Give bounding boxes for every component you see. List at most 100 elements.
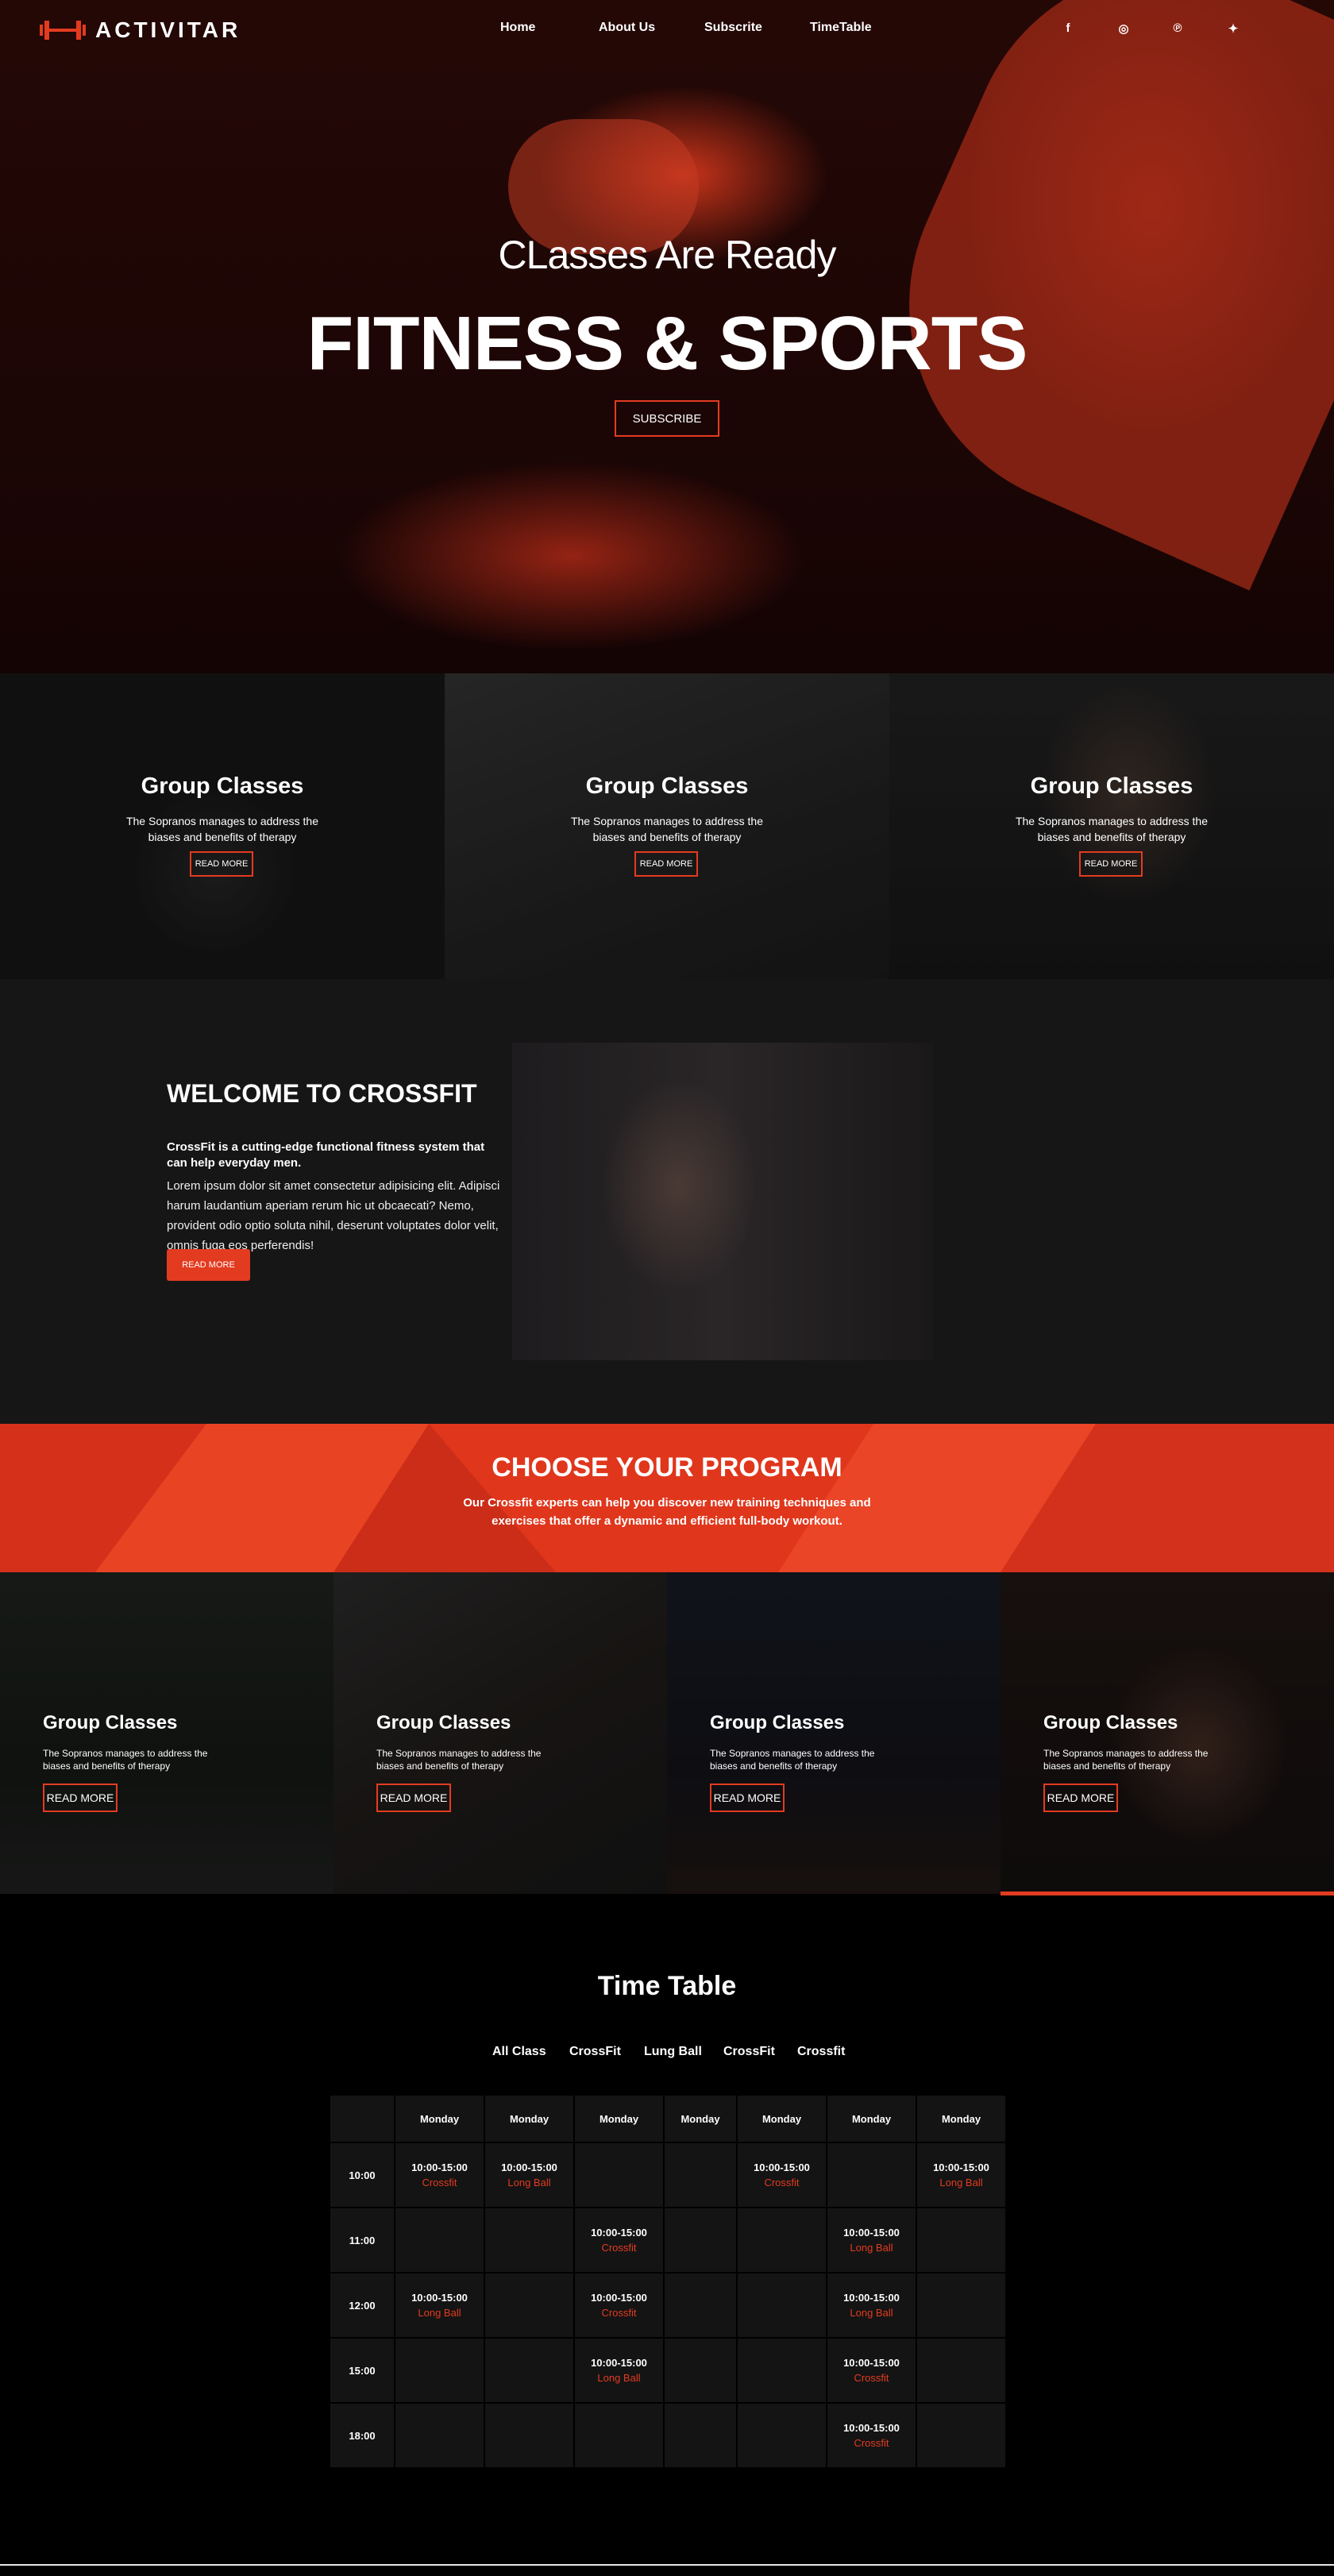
group-card-desc: The Sopranos manages to address the bias… bbox=[1015, 815, 1209, 843]
group-card: Group Classes The Sopranos manages to ad… bbox=[0, 673, 445, 979]
slot-time: 10:00-15:00 bbox=[591, 2292, 647, 2304]
timetable-header-row: Monday Monday Monday Monday Monday Monday Mond… bbox=[329, 2094, 1007, 2143]
slot-class-name: Long Ball bbox=[850, 2242, 893, 2254]
empty-slot bbox=[484, 2337, 575, 2404]
read-more-button[interactable]: READ MORE bbox=[1079, 851, 1143, 877]
program-card-title: Group Classes bbox=[43, 1712, 178, 1733]
class-slot[interactable]: 10:00-15:00 Long Ball bbox=[394, 2272, 485, 2339]
empty-slot bbox=[736, 2337, 827, 2404]
instagram-icon[interactable]: ◎ bbox=[1116, 21, 1132, 36]
nav-timetable[interactable]: TimeTable bbox=[810, 21, 872, 35]
program-card-desc: The Sopranos manages to address the bias… bbox=[710, 1748, 875, 1772]
group-card-desc: The Sopranos manages to address the bias… bbox=[570, 815, 764, 843]
empty-slot bbox=[916, 2207, 1007, 2273]
pinterest-icon[interactable]: ℗ bbox=[1170, 21, 1186, 35]
empty-slot bbox=[394, 2337, 485, 2404]
class-slot[interactable]: 10:00-15:00 Crossfit bbox=[394, 2142, 485, 2208]
slot-class-name: Long Ball bbox=[507, 2177, 551, 2188]
empty-slot bbox=[916, 2337, 1007, 2404]
read-more-button[interactable]: READ MORE bbox=[1043, 1784, 1118, 1812]
class-slot[interactable]: 10:00-15:00 Crossfit bbox=[736, 2142, 827, 2208]
site-header: ACTIVITAR Home About Us Subscrite TimeTa… bbox=[0, 0, 1334, 60]
slot-class-name: Crossfit bbox=[854, 2437, 889, 2449]
slot-time: 10:00-15:00 bbox=[843, 2422, 900, 2434]
slot-time: 10:00-15:00 bbox=[411, 2161, 468, 2173]
slot-class-name: Crossfit bbox=[601, 2242, 637, 2254]
read-more-button[interactable]: READ MORE bbox=[376, 1784, 451, 1812]
day-header: Monday bbox=[394, 2094, 485, 2143]
empty-slot bbox=[916, 2402, 1007, 2469]
class-slot[interactable]: 10:00-15:00 Long Ball bbox=[826, 2272, 917, 2339]
slot-time: 10:00-15:00 bbox=[411, 2292, 468, 2304]
timetable-row: 12:00 10:00-15:00 Long Ball 10:00-15:00 Cros… bbox=[329, 2272, 1007, 2339]
nav-subscribe[interactable]: Subscrite bbox=[704, 21, 762, 35]
slot-class-name: Crossfit bbox=[422, 2177, 457, 2188]
empty-slot bbox=[736, 2272, 827, 2339]
slot-time: 10:00-15:00 bbox=[501, 2161, 557, 2173]
nav-about-us[interactable]: About Us bbox=[599, 21, 655, 35]
filter-crossfit[interactable]: CrossFit bbox=[569, 2045, 621, 2059]
class-slot[interactable]: 10:00-15:00 Crossfit bbox=[573, 2207, 665, 2273]
slot-time: 10:00-15:00 bbox=[843, 2357, 900, 2369]
program-card-desc: The Sopranos manages to address the bias… bbox=[1043, 1748, 1209, 1772]
empty-slot bbox=[663, 2142, 738, 2208]
slot-time: 10:00-15:00 bbox=[754, 2161, 810, 2173]
facebook-icon[interactable]: f bbox=[1060, 21, 1076, 35]
dumbbell-icon bbox=[40, 21, 86, 40]
empty-slot bbox=[573, 2142, 665, 2208]
program-card: Group Classes The Sopranos manages to ad… bbox=[334, 1572, 667, 1894]
time-cell: 12:00 bbox=[329, 2272, 395, 2339]
logo[interactable]: ACTIVITAR bbox=[40, 17, 241, 43]
empty-slot bbox=[484, 2207, 575, 2273]
slot-time: 10:00-15:00 bbox=[843, 2292, 900, 2304]
time-cell: 11:00 bbox=[329, 2207, 395, 2273]
day-header: Monday bbox=[826, 2094, 917, 2143]
brand-name: ACTIVITAR bbox=[95, 17, 241, 42]
class-slot[interactable]: 10:00-15:00 Long Ball bbox=[826, 2207, 917, 2273]
slot-class-name: Long Ball bbox=[597, 2372, 641, 2384]
group-card-title: Group Classes bbox=[141, 773, 304, 799]
read-more-button[interactable]: READ MORE bbox=[190, 851, 253, 877]
nav-home[interactable]: Home bbox=[500, 21, 535, 35]
active-card-indicator bbox=[1000, 1892, 1334, 1895]
filter-lung-ball[interactable]: Lung Ball bbox=[644, 2045, 702, 2059]
time-cell: 18:00 bbox=[329, 2402, 395, 2469]
class-slot[interactable]: 10:00-15:00 Long Ball bbox=[573, 2337, 665, 2404]
filter-crossfit-3[interactable]: Crossfit bbox=[797, 2045, 845, 2059]
program-card-title: Group Classes bbox=[376, 1712, 511, 1733]
hero-section: CLasses Are Ready FITNESS & SPORTS SUBSC… bbox=[0, 0, 1334, 673]
welcome-title: WELCOME TO CROSSFIT bbox=[167, 1079, 477, 1108]
read-more-button[interactable]: READ MORE bbox=[634, 851, 698, 877]
empty-slot bbox=[736, 2402, 827, 2469]
slot-class-name: Long Ball bbox=[418, 2307, 461, 2319]
read-more-button[interactable]: READ MORE bbox=[710, 1784, 785, 1812]
time-cell: 15:00 bbox=[329, 2337, 395, 2404]
welcome-read-more-button[interactable]: READ MORE bbox=[167, 1249, 250, 1281]
hero-background-arm bbox=[842, 0, 1334, 591]
empty-slot bbox=[663, 2207, 738, 2273]
read-more-button[interactable]: READ MORE bbox=[43, 1784, 118, 1812]
empty-slot bbox=[663, 2337, 738, 2404]
class-slot[interactable]: 10:00-15:00 Long Ball bbox=[916, 2142, 1007, 2208]
day-header: Monday bbox=[573, 2094, 665, 2143]
timetable-row: 15:00 10:00-15:00 Long Ball 10:00-15:00 Cros… bbox=[329, 2337, 1007, 2404]
program-card-desc: The Sopranos manages to address the bias… bbox=[43, 1748, 208, 1772]
twitter-icon[interactable]: ✦ bbox=[1225, 21, 1241, 36]
empty-slot bbox=[484, 2272, 575, 2339]
slot-time: 10:00-15:00 bbox=[591, 2357, 647, 2369]
class-slot[interactable]: 10:00-15:00 Crossfit bbox=[826, 2402, 917, 2469]
program-card-desc: The Sopranos manages to address the bias… bbox=[376, 1748, 542, 1772]
timetable-row: 10:00 10:00-15:00 Crossfit 10:00-15:00 Long … bbox=[329, 2142, 1007, 2208]
hero-title: FITNESS & SPORTS bbox=[307, 301, 1028, 386]
filter-all-class[interactable]: All Class bbox=[492, 2045, 546, 2059]
class-slot[interactable]: 10:00-15:00 Crossfit bbox=[826, 2337, 917, 2404]
class-slot[interactable]: 10:00-15:00 Crossfit bbox=[573, 2272, 665, 2339]
subscribe-button[interactable]: SUBSCRIBE bbox=[615, 400, 719, 437]
athlete-image bbox=[512, 1043, 933, 1360]
empty-slot bbox=[736, 2207, 827, 2273]
empty-slot bbox=[394, 2207, 485, 2273]
slot-class-name: Crossfit bbox=[854, 2372, 889, 2384]
timetable-grid: Monday Monday Monday Monday Monday Monday Mond… bbox=[329, 2094, 1007, 2469]
class-slot[interactable]: 10:00-15:00 Long Ball bbox=[484, 2142, 575, 2208]
filter-crossfit-2[interactable]: CrossFit bbox=[723, 2045, 775, 2059]
